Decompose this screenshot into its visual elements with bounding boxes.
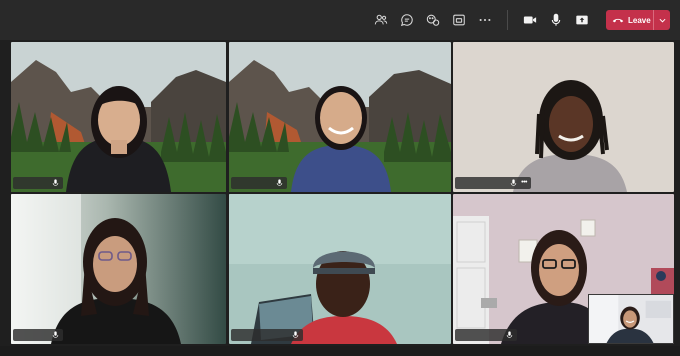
chat-icon <box>400 14 413 27</box>
mic-icon <box>52 331 59 338</box>
participants-button[interactable] <box>369 8 393 32</box>
meeting-toolbar: Leave <box>0 0 680 40</box>
people-icon <box>374 14 388 25</box>
reactions-icon <box>426 14 440 26</box>
participant-tile-4[interactable] <box>11 194 226 344</box>
mic-icon <box>52 179 59 186</box>
reactions-button[interactable] <box>421 8 445 32</box>
participant-tile-3[interactable]: ••• <box>453 42 674 192</box>
participant-name-tag <box>231 329 303 341</box>
more-actions-button[interactable] <box>473 8 497 32</box>
participant-video <box>11 194 226 344</box>
mic-icon <box>276 179 283 186</box>
self-preview-video[interactable] <box>588 294 674 344</box>
share-tray-icon <box>453 14 465 26</box>
participant-name-tag <box>231 177 287 189</box>
mic-icon <box>292 331 299 338</box>
participant-tile-1[interactable] <box>11 42 226 192</box>
participant-video <box>11 42 226 192</box>
leave-button[interactable]: Leave <box>606 10 670 30</box>
mic-button[interactable] <box>544 8 568 32</box>
window-bottom-edge <box>0 346 680 356</box>
participant-tile-2[interactable] <box>229 42 451 192</box>
more-options-icon[interactable]: ••• <box>521 179 527 187</box>
participant-video <box>229 194 451 344</box>
participant-video <box>453 42 674 192</box>
chevron-down-icon <box>659 18 665 23</box>
share-content-button[interactable] <box>570 8 594 32</box>
participant-name-tag <box>455 329 517 341</box>
mic-icon <box>510 179 517 186</box>
teams-meeting-window: Leave ••• <box>0 0 680 356</box>
hang-up-icon <box>612 18 624 23</box>
share-icon <box>576 15 588 25</box>
mic-icon <box>506 331 513 338</box>
participant-tile-5[interactable] <box>229 194 451 344</box>
leave-options-dropdown[interactable] <box>653 10 670 30</box>
participant-video <box>229 42 451 192</box>
participant-name-tag <box>13 329 63 341</box>
more-icon <box>479 18 491 22</box>
leave-label: Leave <box>628 15 651 25</box>
share-tray-button[interactable] <box>447 8 471 32</box>
video-grid: ••• <box>11 42 674 344</box>
participant-name-tag: ••• <box>455 177 531 189</box>
participant-name-tag <box>13 177 63 189</box>
camera-button[interactable] <box>518 8 542 32</box>
toolbar-divider <box>507 10 508 30</box>
chat-button[interactable] <box>395 8 419 32</box>
mic-icon <box>551 13 561 26</box>
self-video <box>589 295 673 343</box>
camera-icon <box>523 16 537 24</box>
participant-tile-6[interactable] <box>453 194 674 344</box>
